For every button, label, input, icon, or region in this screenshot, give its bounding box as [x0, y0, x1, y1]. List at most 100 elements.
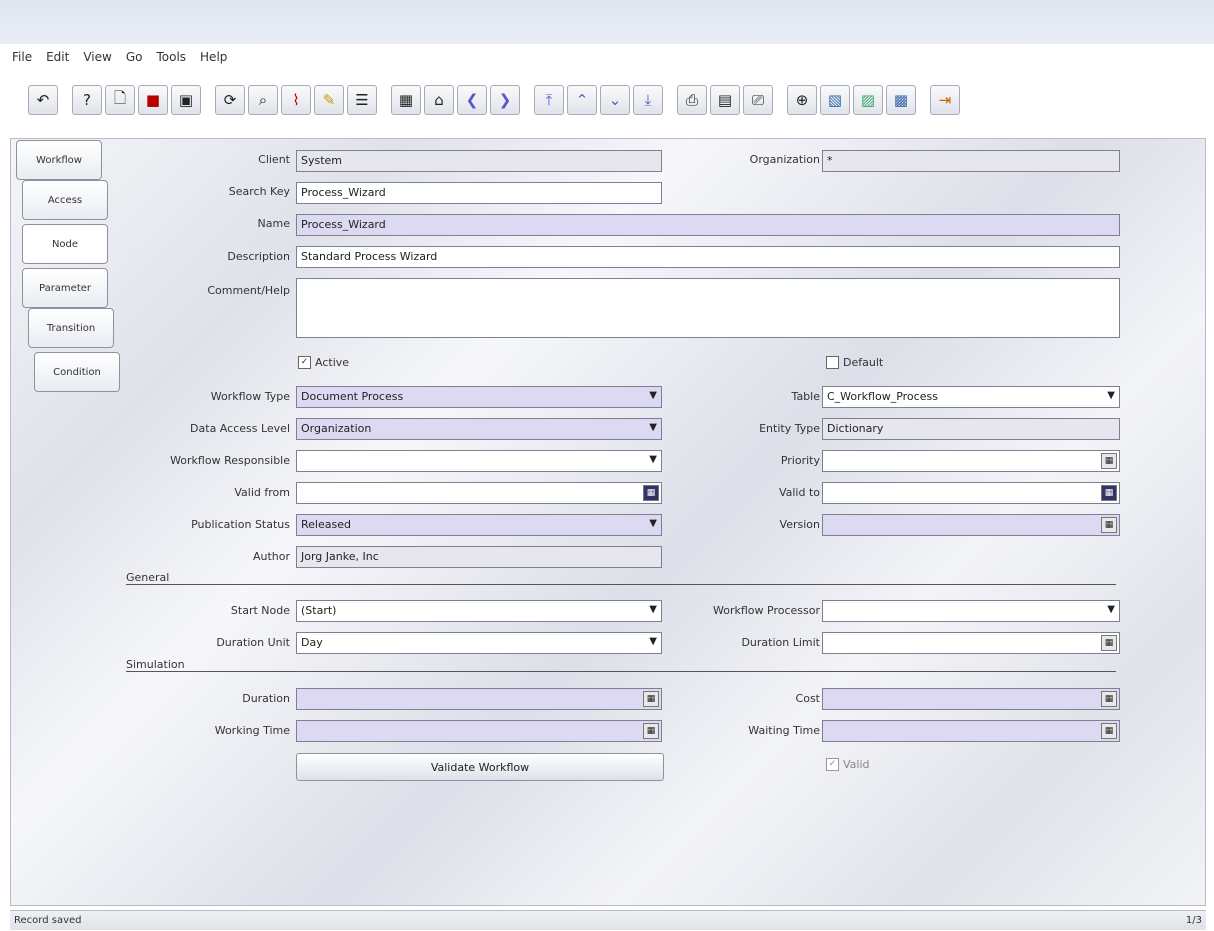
archive-icon[interactable]: ▤ [710, 85, 740, 115]
valid-from-field[interactable]: ▦ [296, 482, 662, 504]
next-icon[interactable]: ❯ [490, 85, 520, 115]
calculator-icon[interactable]: ▦ [1101, 517, 1117, 533]
history-icon[interactable]: ☰ [347, 85, 377, 115]
zoom-icon[interactable]: ⊕ [787, 85, 817, 115]
tab-node[interactable]: Node [22, 224, 108, 264]
calculator-icon[interactable]: ▦ [1101, 691, 1117, 707]
menu-help[interactable]: Help [200, 50, 227, 68]
menu-file[interactable]: File [12, 50, 32, 68]
priority-field[interactable]: ▦ [822, 450, 1120, 472]
waiting-time-label: Waiting Time [748, 724, 820, 737]
workflow-responsible-select[interactable]: ▼ [296, 450, 662, 472]
up-icon[interactable]: ⌃ [567, 85, 597, 115]
tab-access[interactable]: Access [22, 180, 108, 220]
waiting-time-field[interactable]: ▦ [822, 720, 1120, 742]
find-icon[interactable]: ⌕ [248, 85, 278, 115]
version-field[interactable]: ▦ [822, 514, 1120, 536]
workflow-type-select[interactable]: Document Process ▼ [296, 386, 662, 408]
workflow-processor-select[interactable]: ▼ [822, 600, 1120, 622]
table-label: Table [791, 390, 820, 403]
working-time-field[interactable]: ▦ [296, 720, 662, 742]
last-icon[interactable]: ⤓ [633, 85, 663, 115]
grid-toggle-icon[interactable]: ▦ [391, 85, 421, 115]
search-key-field[interactable]: Process_Wizard [296, 182, 662, 204]
workflow-processor-label: Workflow Processor [713, 604, 820, 617]
valid-label: Valid [843, 758, 870, 771]
calendar-icon[interactable]: ▦ [1101, 485, 1117, 501]
calculator-icon[interactable]: ▦ [643, 691, 659, 707]
duration-limit-label: Duration Limit [741, 636, 820, 649]
description-field[interactable]: Standard Process Wizard [296, 246, 1120, 268]
status-message: Record saved [14, 915, 82, 926]
calendar-icon[interactable]: ▦ [643, 485, 659, 501]
simulation-section-label: Simulation [126, 658, 185, 671]
cost-field[interactable]: ▦ [822, 688, 1120, 710]
request-icon[interactable]: ▨ [853, 85, 883, 115]
publication-status-select[interactable]: Released ▼ [296, 514, 662, 536]
start-node-select[interactable]: (Start) ▼ [296, 600, 662, 622]
menu-bar: File Edit View Go Tools Help [12, 50, 227, 68]
chevron-down-icon: ▼ [649, 604, 657, 615]
client-field[interactable]: System [296, 150, 662, 172]
validate-workflow-button[interactable]: Validate Workflow [296, 753, 664, 781]
previous-icon[interactable]: ❮ [457, 85, 487, 115]
name-field[interactable]: Process_Wizard [296, 214, 1120, 236]
menu-go[interactable]: Go [126, 50, 143, 68]
refresh-icon[interactable]: ⟳ [215, 85, 245, 115]
parent-icon[interactable]: ⌂ [424, 85, 454, 115]
chevron-down-icon: ▼ [649, 390, 657, 401]
chevron-down-icon: ▼ [649, 454, 657, 465]
data-access-level-select[interactable]: Organization ▼ [296, 418, 662, 440]
undo-icon[interactable]: ↶ [28, 85, 58, 115]
table-select[interactable]: C_Workflow_Process ▼ [822, 386, 1120, 408]
start-node-label: Start Node [230, 604, 290, 617]
workflow-icon[interactable]: ▧ [820, 85, 850, 115]
tab-condition[interactable]: Condition [34, 352, 120, 392]
publication-status-label: Publication Status [191, 518, 290, 531]
first-icon[interactable]: ⤒ [534, 85, 564, 115]
default-label: Default [843, 356, 884, 369]
duration-limit-field[interactable]: ▦ [822, 632, 1120, 654]
chat-icon[interactable]: ✎ [314, 85, 344, 115]
tab-workflow[interactable]: Workflow [16, 140, 102, 180]
description-label: Description [227, 250, 290, 263]
active-checkbox[interactable]: ✓ Active [298, 356, 349, 369]
duration-field[interactable]: ▦ [296, 688, 662, 710]
tab-transition[interactable]: Transition [28, 308, 114, 348]
window-title-bar [0, 0, 1214, 44]
down-icon[interactable]: ⌄ [600, 85, 630, 115]
calculator-icon[interactable]: ▦ [643, 723, 659, 739]
menu-tools[interactable]: Tools [156, 50, 186, 68]
tab-parameter[interactable]: Parameter [22, 268, 108, 308]
comment-help-label: Comment/Help [207, 284, 290, 297]
search-key-label: Search Key [228, 185, 290, 198]
calculator-icon[interactable]: ▦ [1101, 453, 1117, 469]
menu-view[interactable]: View [83, 50, 111, 68]
chevron-down-icon: ▼ [1107, 604, 1115, 615]
entity-type-field[interactable]: Dictionary [822, 418, 1120, 440]
product-icon[interactable]: ▩ [886, 85, 916, 115]
delete-icon[interactable]: ■ [138, 85, 168, 115]
attachment-icon[interactable]: ⌇ [281, 85, 311, 115]
exit-icon[interactable]: ⇥ [930, 85, 960, 115]
duration-unit-select[interactable]: Day ▼ [296, 632, 662, 654]
working-time-label: Working Time [214, 724, 290, 737]
calculator-icon[interactable]: ▦ [1101, 723, 1117, 739]
valid-to-label: Valid to [778, 486, 820, 499]
organization-field[interactable]: * [822, 150, 1120, 172]
default-checkbox[interactable]: Default [826, 356, 883, 369]
valid-to-field[interactable]: ▦ [822, 482, 1120, 504]
menu-edit[interactable]: Edit [46, 50, 69, 68]
data-access-level-label: Data Access Level [190, 422, 290, 435]
print-icon[interactable]: ⎚ [743, 85, 773, 115]
report-icon[interactable]: ⎙ [677, 85, 707, 115]
calculator-icon[interactable]: ▦ [1101, 635, 1117, 651]
author-field[interactable]: Jorg Janke, Inc [296, 546, 662, 568]
comment-help-field[interactable] [296, 278, 1120, 338]
cost-label: Cost [795, 692, 820, 705]
save-icon[interactable]: ▣ [171, 85, 201, 115]
workflow-responsible-label: Workflow Responsible [170, 454, 290, 467]
new-icon[interactable]: 🗋 [105, 85, 135, 115]
valid-checkbox: ✓ Valid [826, 758, 870, 771]
help-icon[interactable]: ? [72, 85, 102, 115]
